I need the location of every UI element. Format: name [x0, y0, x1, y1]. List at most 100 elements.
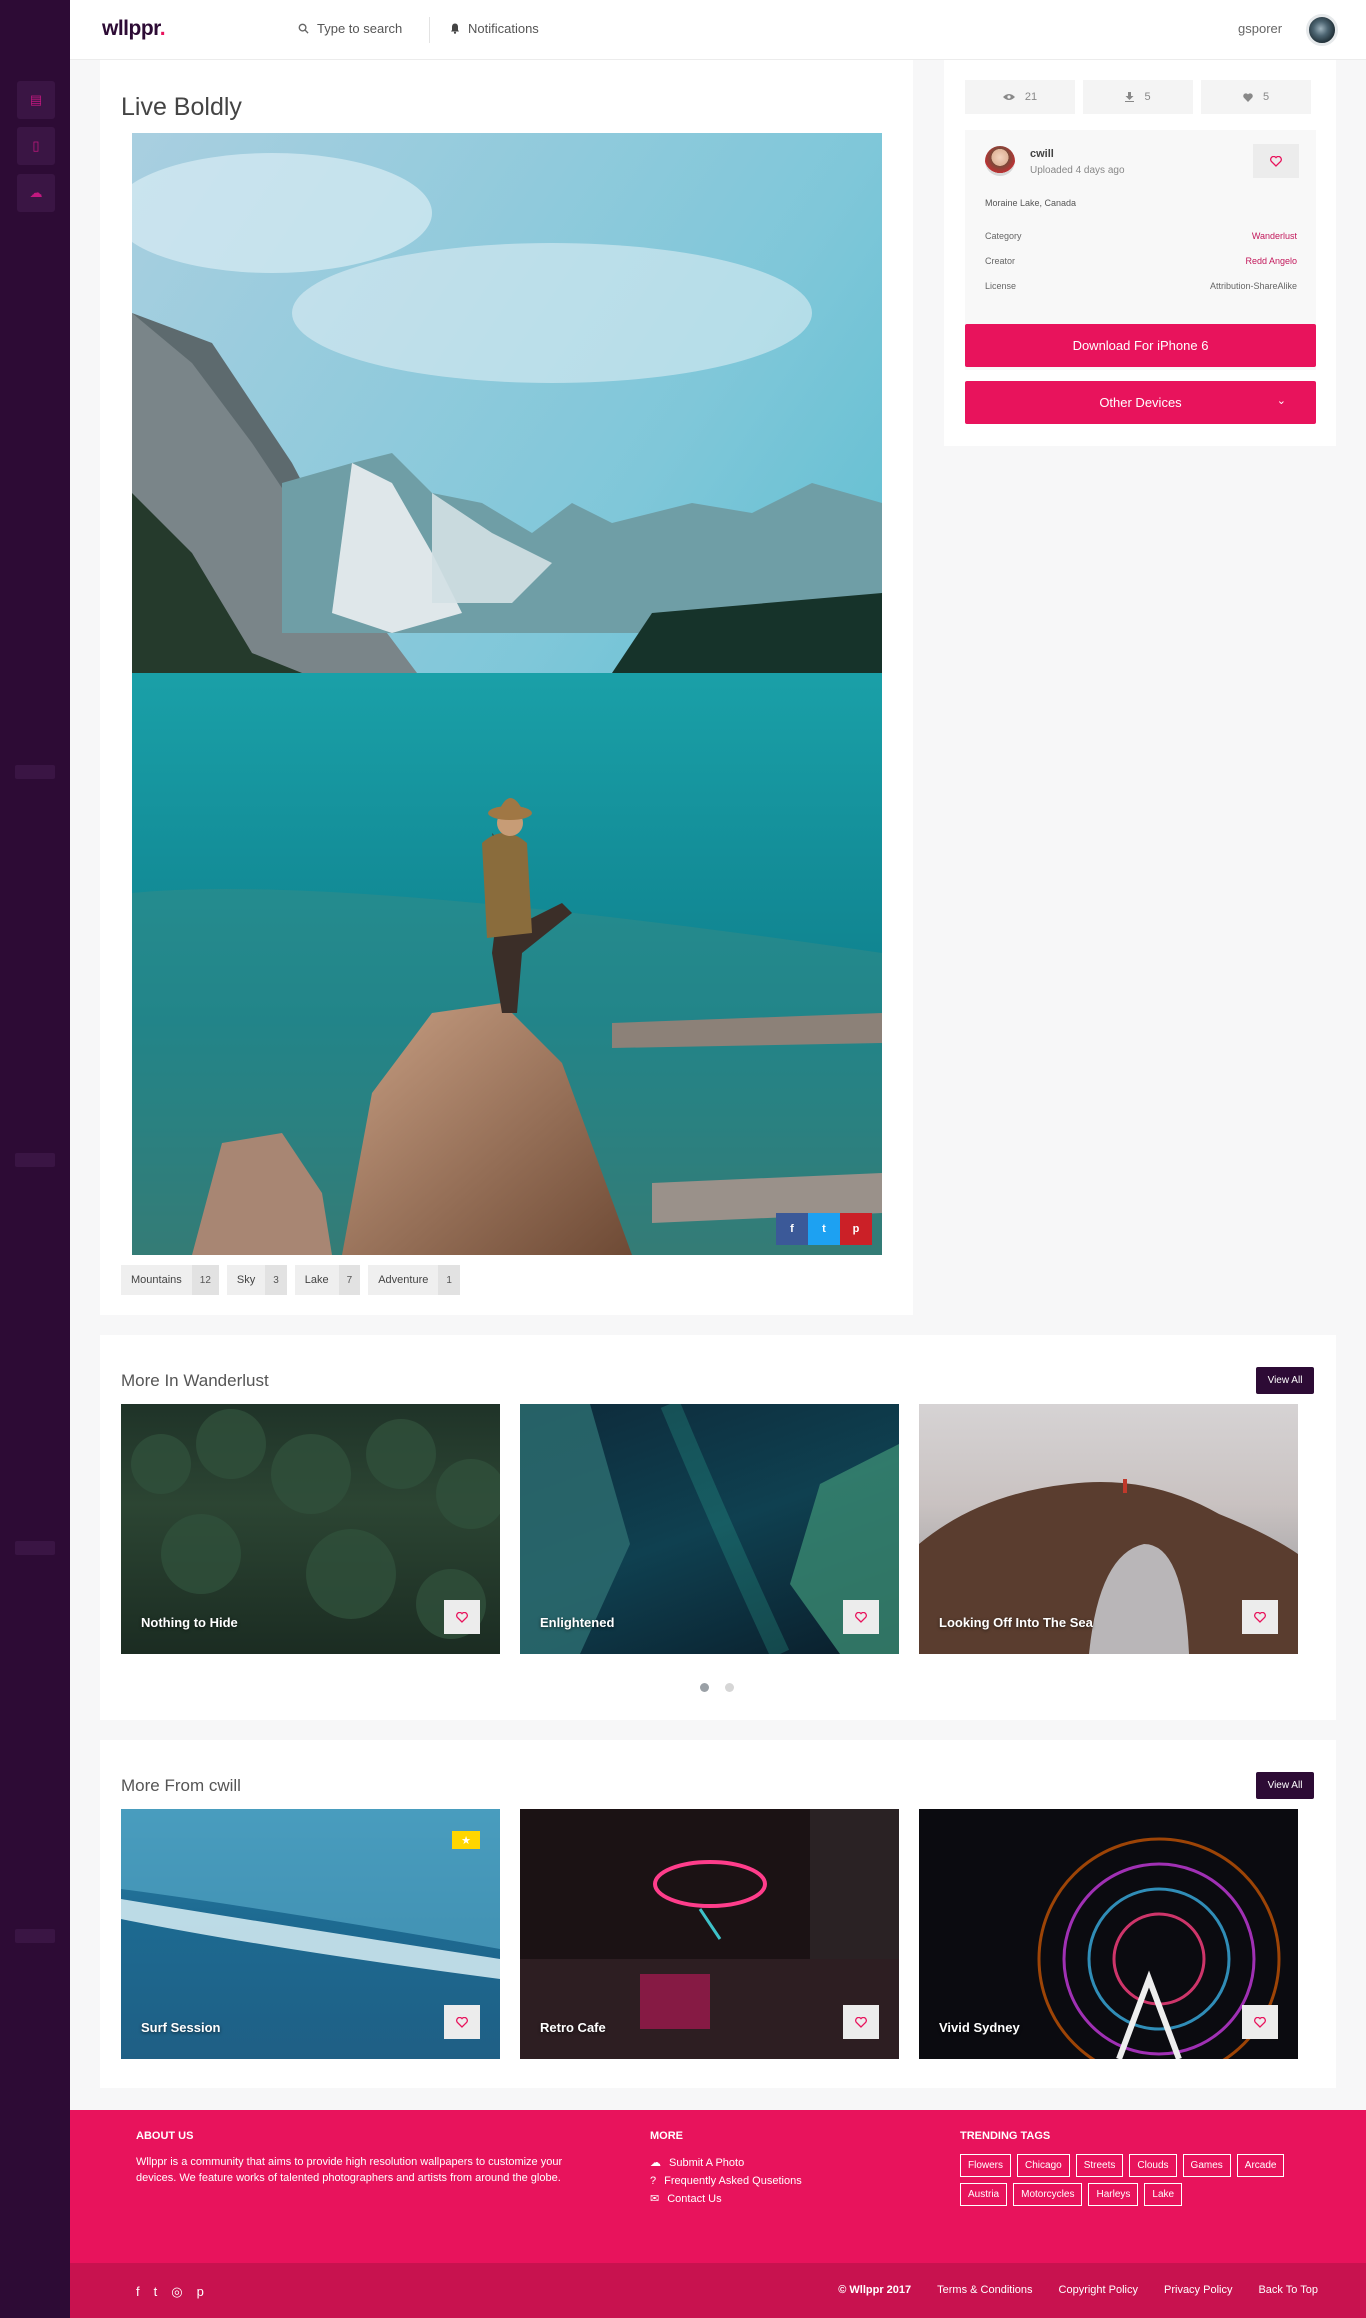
sidebar-marker — [15, 1929, 55, 1943]
tag-lake[interactable]: Lake 7 — [294, 1265, 361, 1295]
trending-tag[interactable]: Streets — [1075, 2154, 1124, 2177]
heart-outline-icon — [1254, 1611, 1266, 1623]
wallpaper-thumb[interactable]: Nothing to Hide — [121, 1404, 500, 1654]
trending-tag[interactable]: Austria — [960, 2183, 1008, 2206]
trending-tag[interactable]: Harleys — [1088, 2183, 1139, 2206]
info-card: 21 5 5 cwill Uploaded 4 days ago Moraine… — [944, 60, 1336, 446]
favorite-button[interactable] — [444, 1600, 480, 1634]
tag-sky[interactable]: Sky 3 — [226, 1265, 287, 1295]
trending-tag[interactable]: Arcade — [1236, 2154, 1285, 2177]
trending-tag[interactable]: Motorcycles — [1013, 2183, 1083, 2206]
phone-icon[interactable]: ▯ — [17, 127, 55, 165]
upload-cloud-icon[interactable]: ☁ — [17, 174, 55, 212]
meta-category: Category Wanderlust — [985, 231, 1297, 241]
trending-tag[interactable]: Flowers — [960, 2154, 1012, 2177]
logo[interactable]: wllppr. — [102, 17, 166, 41]
wallpaper-thumb[interactable]: Retro Cafe — [520, 1809, 899, 2059]
heart-icon — [1243, 92, 1253, 102]
carousel-dots — [700, 1683, 734, 1692]
tag-adventure[interactable]: Adventure 1 — [368, 1265, 460, 1295]
about-heading: ABOUT US — [136, 2130, 194, 2142]
sidebar-marker — [15, 1541, 55, 1555]
back-to-top-link[interactable]: Back To Top — [1258, 2284, 1318, 2296]
wallpaper-thumb[interactable]: Vivid Sydney — [919, 1809, 1298, 2059]
more-heading: MORE — [650, 2130, 683, 2142]
views-stat: 21 — [965, 80, 1075, 114]
favorite-button[interactable] — [1242, 2005, 1278, 2039]
photo-card: Live Boldly f t p Mountains 12 Sky 3 Lak… — [100, 60, 913, 1315]
favorite-button[interactable] — [1242, 1600, 1278, 1634]
heart-outline-icon — [1254, 2016, 1266, 2028]
submit-photo-link[interactable]: ☁ Submit A Photo — [650, 2154, 802, 2172]
facebook-icon[interactable]: f — [136, 2284, 140, 2300]
wallpaper-illustration — [132, 133, 882, 1255]
eye-icon — [1002, 94, 1015, 100]
search-icon — [298, 23, 309, 34]
facebook-icon[interactable]: f — [776, 1213, 808, 1245]
top-bar: wllppr. Type to search Notifications gsp… — [70, 0, 1366, 60]
footer-bottom-bar: f t ◎ p © Wllppr 2017 Terms & Conditions… — [70, 2263, 1366, 2318]
carousel-dot[interactable] — [725, 1683, 734, 1692]
view-all-button[interactable]: View All — [1256, 1772, 1314, 1799]
twitter-icon[interactable]: t — [808, 1213, 840, 1245]
carousel-dot[interactable] — [700, 1683, 709, 1692]
twitter-icon[interactable]: t — [154, 2284, 158, 2300]
share-buttons: f t p — [776, 1213, 872, 1245]
trending-tags: Flowers Chicago Streets Clouds Games Arc… — [960, 2154, 1290, 2206]
category-link[interactable]: Wanderlust — [1252, 231, 1297, 241]
more-links: ☁ Submit A Photo ? Frequently Asked Quseti… — [650, 2154, 802, 2208]
search-box[interactable]: Type to search — [298, 21, 402, 36]
favorite-button[interactable] — [1253, 144, 1299, 178]
trending-tags-heading: TRENDING TAGS — [960, 2130, 1051, 2142]
terms-link[interactable]: Terms & Conditions — [937, 2284, 1032, 2296]
wallpaper-thumb[interactable]: Looking Off Into The Sea — [919, 1404, 1298, 1654]
privacy-policy-link[interactable]: Privacy Policy — [1164, 2284, 1232, 2296]
more-in-category-section: More In Wanderlust View All Nothing to H… — [100, 1335, 1336, 1720]
wallpaper-thumb[interactable]: ★ Surf Session — [121, 1809, 500, 2059]
bell-icon — [451, 23, 459, 34]
instagram-icon[interactable]: ◎ — [171, 2284, 182, 2300]
view-all-button[interactable]: View All — [1256, 1367, 1314, 1394]
contact-link[interactable]: ✉ Contact Us — [650, 2190, 802, 2208]
heart-outline-icon — [855, 2016, 867, 2028]
wallpaper-image[interactable]: f t p — [132, 133, 882, 1255]
trending-tag[interactable]: Clouds — [1129, 2154, 1177, 2177]
stats-bar: 21 5 5 — [965, 80, 1311, 114]
notifications-button[interactable]: Notifications — [450, 21, 539, 36]
other-devices-dropdown[interactable]: Other Devices ⌄ — [965, 381, 1316, 424]
cloud-upload-icon: ☁ — [650, 2157, 661, 2169]
page-title: Live Boldly — [121, 93, 242, 121]
trending-tag[interactable]: Lake — [1144, 2183, 1183, 2206]
more-from-user-section: More From cwill View All ★ Surf Session … — [100, 1740, 1336, 2088]
tag-mountains[interactable]: Mountains 12 — [121, 1265, 219, 1295]
favorite-button[interactable] — [843, 1600, 879, 1634]
about-text: Wllppr is a community that aims to provi… — [136, 2156, 563, 2184]
uploader-name[interactable]: cwill — [1030, 148, 1054, 160]
user-avatar[interactable] — [1306, 14, 1338, 46]
heart-outline-icon — [855, 1611, 867, 1623]
social-links: f t ◎ p — [136, 2284, 204, 2300]
wallpapers-icon[interactable]: ▤ — [17, 81, 55, 119]
trending-tag[interactable]: Games — [1182, 2154, 1231, 2177]
uploader-avatar[interactable] — [985, 146, 1015, 176]
sidebar-marker — [15, 1153, 55, 1167]
favorite-button[interactable] — [843, 2005, 879, 2039]
photo-tags: Mountains 12 Sky 3 Lake 7 Adventure 1 — [121, 1265, 460, 1295]
heart-outline-icon — [1270, 155, 1282, 167]
footer-links: © Wllppr 2017 Terms & Conditions Copyrig… — [838, 2284, 1318, 2296]
notifications-label: Notifications — [468, 21, 539, 36]
pinterest-icon[interactable]: p — [197, 2284, 204, 2300]
meta-creator: Creator Redd Angelo — [985, 256, 1297, 266]
copyright-policy-link[interactable]: Copyright Policy — [1059, 2284, 1138, 2296]
faq-link[interactable]: ? Frequently Asked Qusetions — [650, 2172, 802, 2190]
trending-tag[interactable]: Chicago — [1017, 2154, 1070, 2177]
wallpaper-thumb[interactable]: Enlightened — [520, 1404, 899, 1654]
footer: ABOUT US Wllppr is a community that aims… — [70, 2110, 1366, 2318]
chevron-down-icon: ⌄ — [1276, 395, 1286, 407]
search-input[interactable]: Type to search — [317, 21, 402, 36]
download-button[interactable]: Download For iPhone 6 — [965, 324, 1316, 367]
username[interactable]: gsporer — [1238, 21, 1282, 36]
creator-link[interactable]: Redd Angelo — [1245, 256, 1297, 266]
pinterest-icon[interactable]: p — [840, 1213, 872, 1245]
favorite-button[interactable] — [444, 2005, 480, 2039]
